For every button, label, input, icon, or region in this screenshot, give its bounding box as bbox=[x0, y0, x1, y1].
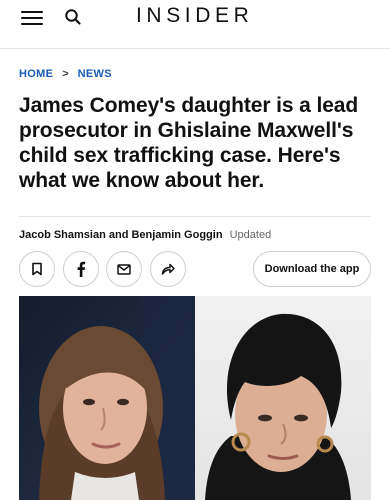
breadcrumb-separator: > bbox=[62, 68, 69, 80]
breadcrumb-news-link[interactable]: NEWS bbox=[78, 68, 112, 80]
breadcrumb: HOME > NEWS bbox=[19, 67, 112, 81]
top-navigation-bar: INSIDER bbox=[0, 0, 390, 34]
author-names[interactable]: Jacob Shamsian and Benjamin Goggin bbox=[19, 229, 223, 241]
search-icon[interactable] bbox=[64, 8, 82, 26]
updated-label: Updated bbox=[229, 229, 272, 241]
facebook-share-button[interactable] bbox=[63, 251, 99, 287]
article-headline: James Comey's daughter is a lead prosecu… bbox=[19, 94, 359, 192]
hamburger-menu-icon[interactable] bbox=[21, 11, 43, 25]
insider-logo[interactable]: INSIDER bbox=[136, 4, 253, 28]
breadcrumb-home-link[interactable]: HOME bbox=[19, 68, 53, 80]
email-icon bbox=[117, 263, 131, 275]
article-byline: Jacob Shamsian and Benjamin Goggin Updat… bbox=[19, 229, 271, 241]
headline-divider bbox=[19, 216, 371, 217]
hero-photo-collage bbox=[19, 296, 371, 500]
facebook-icon bbox=[77, 261, 86, 277]
share-button[interactable] bbox=[150, 251, 186, 287]
email-share-button[interactable] bbox=[106, 251, 142, 287]
download-app-button[interactable]: Download the app bbox=[253, 251, 371, 287]
bookmark-button[interactable] bbox=[19, 251, 55, 287]
bookmark-icon bbox=[32, 262, 42, 276]
article-hero-image bbox=[19, 296, 371, 500]
header-divider bbox=[0, 48, 390, 49]
share-toolbar: Download the app bbox=[19, 251, 371, 287]
share-arrow-icon bbox=[161, 263, 175, 275]
left-portrait bbox=[39, 326, 165, 500]
